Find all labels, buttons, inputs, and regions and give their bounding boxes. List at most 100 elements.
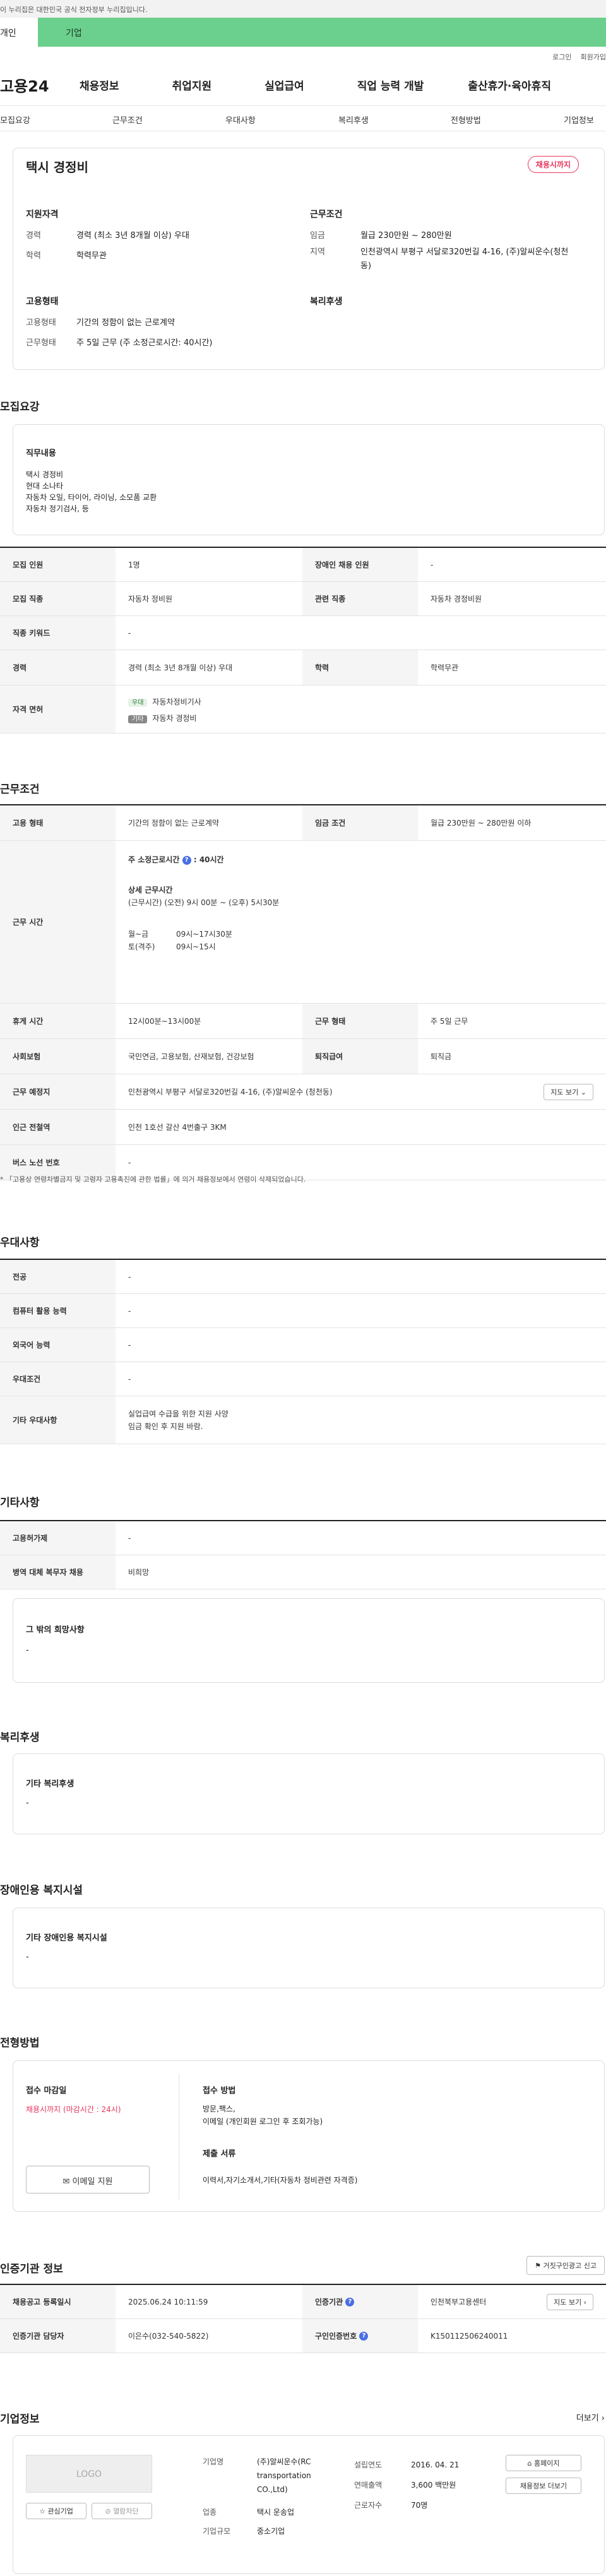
duty-line: 자동차 오일, 타이어, 라이닝, 소모품 교환 <box>26 493 157 502</box>
qual-heading: 지원자격 <box>26 210 59 220</box>
type-heading: 고용형태 <box>26 297 59 307</box>
keyword-label: 직종 키워드 <box>0 616 116 650</box>
tab-company[interactable]: 기업 <box>38 18 606 47</box>
pref-title: 우대사항 <box>0 1237 40 1249</box>
company-title: 기업정보 <box>0 2413 40 2426</box>
recruit-table: 모집 인원 1명 장애인 채용 인원 - 모집 직종 자동차 정비원 관련 직종 자동차 경… <box>0 547 606 733</box>
cert-no-value: K150112506240011 <box>431 2331 508 2341</box>
nav-jobs[interactable]: 채용정보 <box>80 77 119 93</box>
wage-value: 월급 230만원 ~ 280만원 이하 <box>431 819 532 828</box>
info-icon[interactable]: ? <box>345 2297 355 2306</box>
site-logo[interactable]: 고용24 <box>0 74 69 96</box>
hope-value: - <box>26 1646 29 1655</box>
military-value: 비희망 <box>128 1568 150 1577</box>
subway-value: 인천 1호선 갈산 4번출구 3KM <box>128 1123 227 1132</box>
map-button[interactable]: 지도 보기 › <box>547 2293 593 2310</box>
join-link[interactable]: 회원가입 <box>581 53 606 61</box>
hope-card: 그 밖의 희망사항 - <box>13 1598 605 1683</box>
info-icon[interactable]: ? <box>182 855 191 865</box>
name-label: 기업명 <box>203 2457 224 2466</box>
related-value: 자동차 경정비원 <box>431 595 482 603</box>
license-tag: 우대 <box>128 699 148 707</box>
chevron-right-icon: › <box>583 2298 586 2306</box>
doc-heading: 제출 서류 <box>203 2149 236 2159</box>
snb-welfare[interactable]: 복리후생 <box>338 114 369 126</box>
snb-preference[interactable]: 우대사항 <box>225 114 256 126</box>
pref-cond-value: - <box>128 1374 131 1384</box>
pref-cond-label: 우대조건 <box>0 1362 116 1396</box>
more-jobs-button[interactable]: 채용정보 더보기 <box>506 2478 581 2494</box>
welfare-heading: 기타 복리후생 <box>26 1779 74 1789</box>
nav-employment-support[interactable]: 취업지원 <box>172 77 212 93</box>
cond-table: 고용 형태 기간의 정함이 없는 근로계약 임금 조건 월급 230만원 ~ 280만… <box>0 804 606 1180</box>
worktime-label: 근무 시간 <box>0 841 116 1003</box>
company-name: (주)알씨운수(RC transportation CO.,Ltd) <box>257 2457 311 2494</box>
career-value: 경력 (최소 3년 8개월 이상) 우대 <box>128 663 233 672</box>
more-link[interactable]: 더보기 › <box>576 2411 605 2423</box>
disabled-value: - <box>431 560 434 569</box>
edu-value: 학력무관 <box>76 251 107 261</box>
screen-title: 전형방법 <box>0 2037 40 2050</box>
job-label: 모집 직종 <box>0 582 116 615</box>
org-label: 인증기관 <box>315 2298 343 2306</box>
pc-label: 컴퓨터 활용 능력 <box>0 1294 116 1327</box>
etc-table: 고용허가제 - 병역 대체 복무자 채용 비희망 <box>0 1520 606 1589</box>
emp-label: 고용 형태 <box>0 805 116 840</box>
break-label: 휴게 시간 <box>0 1004 116 1038</box>
employees-label: 근로자수 <box>354 2501 383 2510</box>
military-label: 병역 대체 복무자 채용 <box>0 1555 116 1589</box>
report-button[interactable]: ⚑ 거짓구인광고 신고 <box>526 2256 605 2275</box>
chevron-right-icon: › <box>601 2414 605 2423</box>
form-value: 주 5일 근무 <box>431 1017 468 1026</box>
email-apply-button[interactable]: ✉ 이메일 지원 <box>26 2166 150 2193</box>
est-label: 설립연도 <box>354 2460 383 2469</box>
company-card: LOGO ☆ 관심기업 ⊘ 열람차단 기업명 (주)알씨운수(RC transpo… <box>13 2435 605 2574</box>
detail-line: (근무시간) (오전) 9시 00분 ~ (오후) 5시30분 <box>128 898 280 907</box>
login-link[interactable]: 로그인 <box>552 53 571 61</box>
method-value: 이메일 (개인회원 로그인 후 조회가능) <box>203 2117 323 2126</box>
career-label: 경력 <box>0 650 116 685</box>
info-icon[interactable]: ? <box>359 2331 369 2341</box>
form-label: 근무 형태 <box>302 1004 418 1038</box>
fav-company-button[interactable]: ☆ 관심기업 <box>26 2503 86 2519</box>
nav-parental-leave[interactable]: 출산휴가·육아휴직 <box>468 77 551 93</box>
nav-training[interactable]: 직업 능력 개발 <box>357 77 424 93</box>
block-button[interactable]: ⊘ 열람차단 <box>92 2503 152 2519</box>
method-heading: 접수 방법 <box>203 2086 236 2096</box>
dis-value: - <box>26 1952 29 1962</box>
permit-label: 고용허가제 <box>0 1521 116 1555</box>
career-value: 경력 (최소 3년 8개월 이상) 우대 <box>76 231 189 240</box>
snb-company[interactable]: 기업정보 <box>564 114 594 126</box>
scale-label: 기업규모 <box>203 2527 231 2536</box>
license-value: 자동차 경정비 <box>152 714 197 723</box>
age-note: * 「고용상 연령차별금지 및 고령자 고용촉진에 관한 법률」에 의거 채용정… <box>0 1175 306 1184</box>
sales-value: 3,600 백만원 <box>411 2481 456 2490</box>
license-tag: 기타 <box>128 715 148 723</box>
homepage-button[interactable]: ⌂ 홈페이지 <box>506 2455 581 2471</box>
etc-pref-value: 실업급여 수급을 위한 지원 사양 <box>128 1410 229 1418</box>
industry-label: 업종 <box>203 2508 217 2517</box>
deadline-value: 채용시까지 (마감시간 : 24시) <box>26 2105 121 2114</box>
job-value: 자동차 정비원 <box>128 595 173 603</box>
nav-unemployment[interactable]: 실업급여 <box>264 77 304 93</box>
welfare-title: 복리후생 <box>0 1731 40 1744</box>
mgr-value: 이은수(032-540-5822) <box>128 2332 209 2341</box>
place-value: 인천광역시 부평구 서달로320번길 4-16, (주)알씨운수 (청천동) <box>128 1088 333 1096</box>
wage-label: 임금 <box>310 231 325 240</box>
snb-conditions[interactable]: 근무조건 <box>112 114 143 126</box>
severance-value: 퇴직금 <box>431 1052 452 1061</box>
work-label: 근무형태 <box>26 338 56 348</box>
mgr-label: 인증기관 담당자 <box>0 2319 116 2353</box>
map-button[interactable]: 지도 보기 ⌄ <box>544 1083 593 1100</box>
etc-title: 기타사항 <box>0 1497 40 1509</box>
status-badge: 채용시까지 <box>527 156 579 173</box>
org-value: 인천북부고용센터 <box>431 2298 487 2306</box>
snb-screening[interactable]: 전형방법 <box>451 114 481 126</box>
screen-card: 접수 마감일 채용시까지 (마감시간 : 24시) ✉ 이메일 지원 접수 방법… <box>13 2060 605 2212</box>
weekly-hours-value: : 40시간 <box>193 855 224 864</box>
major-label: 전공 <box>0 1260 116 1293</box>
employees-value: 70명 <box>411 2501 428 2510</box>
tab-personal[interactable]: 개인 <box>0 18 38 47</box>
snb-recruit[interactable]: 모집요강 <box>0 114 30 126</box>
doc-value: 이력서,자기소개서,기타(자동차 정비관련 자격증) <box>203 2176 358 2185</box>
